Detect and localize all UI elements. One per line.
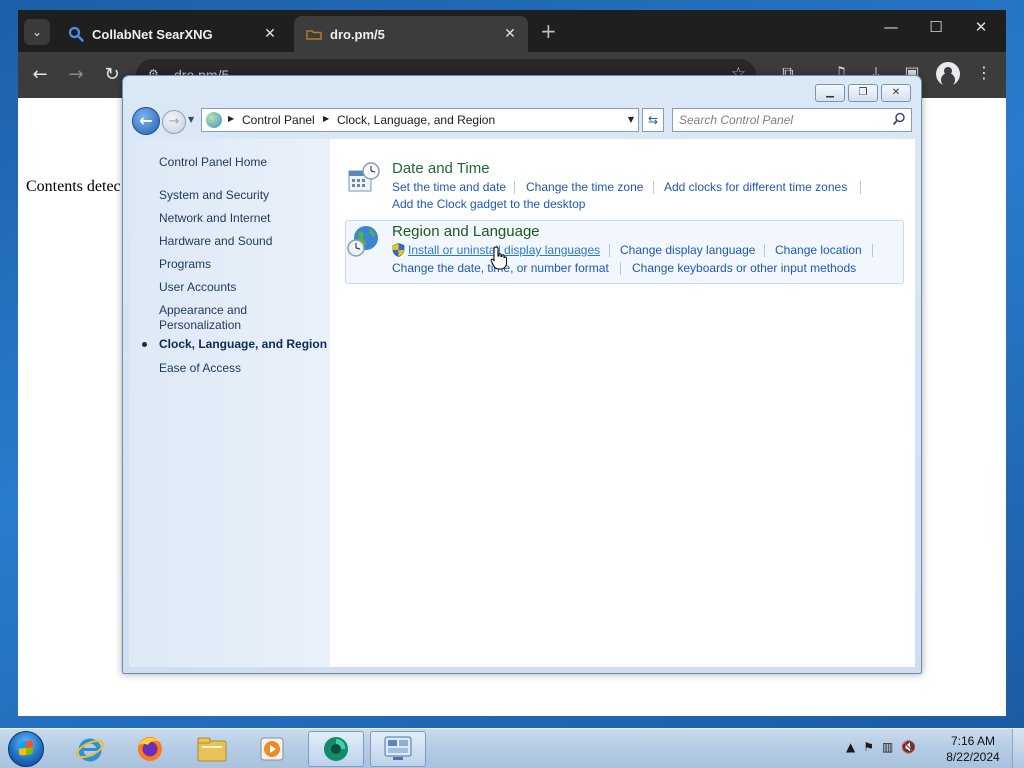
link-separator bbox=[609, 244, 610, 257]
search-box[interactable] bbox=[672, 108, 912, 132]
change-time-zone-link[interactable]: Change the time zone bbox=[526, 180, 643, 194]
folder-icon bbox=[306, 26, 322, 42]
tab-strip: ⌄ CollabNet SearXNG ✕ dro.pm/5 ✕ + — ☐ ✕ bbox=[18, 10, 1006, 52]
taskbar-clock[interactable]: 7:16 AM 8/22/2024 bbox=[938, 733, 1008, 765]
link-separator bbox=[620, 262, 621, 275]
internet-explorer-icon[interactable] bbox=[62, 731, 118, 767]
change-keyboards-link[interactable]: Change keyboards or other input methods bbox=[632, 261, 856, 275]
hand-cursor-icon bbox=[490, 246, 507, 270]
link-separator bbox=[764, 244, 765, 257]
taskbar: ▲ ⚑ ▥ 🔇 7:16 AM 8/22/2024 bbox=[0, 728, 1024, 768]
region-language-title[interactable]: Region and Language bbox=[392, 223, 540, 240]
restore-button[interactable]: ❐ bbox=[848, 84, 878, 102]
tab-title: dro.pm/5 bbox=[330, 26, 385, 42]
maximize-button[interactable]: ☐ bbox=[921, 18, 951, 36]
recent-pages-dropdown-icon[interactable]: ▼ bbox=[188, 115, 194, 124]
clock-time: 7:16 AM bbox=[950, 734, 996, 748]
show-hidden-icons-icon[interactable]: ▲ bbox=[846, 740, 855, 754]
reload-icon[interactable]: ↻ bbox=[100, 63, 124, 87]
forward-arrow-icon[interactable]: → bbox=[64, 63, 88, 87]
back-arrow-icon[interactable]: ← bbox=[132, 107, 160, 135]
tab-search-button[interactable]: ⌄ bbox=[24, 19, 50, 45]
change-display-language-link[interactable]: Change display language bbox=[620, 243, 755, 257]
clock-date: 8/22/2024 bbox=[946, 750, 1000, 764]
action-center-flag-icon[interactable]: ⚑ bbox=[863, 740, 874, 754]
close-button[interactable]: ✕ bbox=[966, 18, 996, 36]
profile-avatar-icon[interactable] bbox=[936, 62, 960, 86]
control-panel-icon bbox=[206, 112, 222, 128]
refresh-icon[interactable]: ⇆ bbox=[642, 108, 664, 132]
date-time-icon[interactable] bbox=[347, 161, 381, 195]
file-explorer-icon[interactable] bbox=[184, 731, 240, 767]
chevron-right-icon[interactable]: ▶ bbox=[323, 114, 329, 123]
chevron-down-icon[interactable]: ▼ bbox=[628, 115, 634, 124]
close-button[interactable]: ✕ bbox=[881, 84, 911, 102]
breadcrumb-control-panel[interactable]: Control Panel bbox=[242, 113, 315, 127]
control-panel-icon[interactable] bbox=[370, 731, 426, 767]
show-desktop-button[interactable] bbox=[1012, 729, 1024, 768]
sidebar-item-user-accounts[interactable]: User Accounts bbox=[159, 280, 236, 295]
network-icon[interactable]: ▥ bbox=[882, 740, 893, 754]
sidebar-item-appearance[interactable]: Appearance and Personalization bbox=[159, 303, 269, 333]
sidebar-item-clock-language-region[interactable]: Clock, Language, and Region bbox=[159, 337, 327, 352]
sidebar-item-home[interactable]: Control Panel Home bbox=[159, 155, 267, 170]
sidebar-item-hardware-sound[interactable]: Hardware and Sound bbox=[159, 234, 272, 249]
search-icon[interactable] bbox=[892, 112, 906, 126]
minimize-button[interactable]: ▁ bbox=[815, 84, 845, 102]
browser-icon[interactable] bbox=[308, 731, 364, 767]
sidebar-item-ease-of-access[interactable]: Ease of Access bbox=[159, 361, 241, 376]
sidebar-item-network-internet[interactable]: Network and Internet bbox=[159, 211, 270, 226]
new-tab-button[interactable]: + bbox=[540, 21, 557, 41]
breadcrumb[interactable]: ▶ Control Panel ▶ Clock, Language, and R… bbox=[201, 108, 639, 132]
window-caption-buttons: ▁ ❐ ✕ bbox=[812, 84, 911, 102]
date-time-title[interactable]: Date and Time bbox=[392, 160, 490, 177]
minimize-button[interactable]: — bbox=[876, 18, 906, 36]
search-icon bbox=[68, 26, 84, 42]
link-separator bbox=[860, 181, 861, 194]
search-input[interactable] bbox=[679, 111, 889, 129]
chevron-right-icon[interactable]: ▶ bbox=[228, 114, 234, 123]
back-arrow-icon[interactable]: ← bbox=[28, 63, 52, 87]
firefox-icon[interactable] bbox=[122, 731, 178, 767]
media-player-icon[interactable] bbox=[244, 731, 300, 767]
breadcrumb-clock-language-region[interactable]: Clock, Language, and Region bbox=[337, 113, 495, 127]
link-separator bbox=[514, 181, 515, 194]
uac-shield-icon bbox=[392, 243, 405, 257]
tab-dro[interactable]: dro.pm/5 ✕ bbox=[294, 16, 528, 52]
control-panel-window: ▁ ❐ ✕ ← → ▼ ▶ Control Panel ▶ Clock, Lan… bbox=[122, 75, 922, 674]
system-tray: ▲ ⚑ ▥ 🔇 bbox=[846, 740, 916, 754]
sidebar: Control Panel Home System and Security N… bbox=[129, 139, 330, 667]
globe-icon[interactable] bbox=[347, 224, 381, 258]
menu-kebab-icon[interactable]: ⋮ bbox=[972, 63, 996, 82]
close-icon[interactable]: ✕ bbox=[502, 26, 518, 42]
page-content-text: Contents detec bbox=[26, 178, 121, 195]
add-clock-gadget-link[interactable]: Add the Clock gadget to the desktop bbox=[392, 197, 585, 211]
close-icon[interactable]: ✕ bbox=[262, 26, 278, 42]
set-time-date-link[interactable]: Set the time and date bbox=[392, 180, 506, 194]
start-button[interactable] bbox=[8, 731, 44, 767]
link-separator bbox=[872, 244, 873, 257]
sidebar-item-system-security[interactable]: System and Security bbox=[159, 188, 269, 203]
current-item-bullet bbox=[142, 342, 147, 347]
link-separator bbox=[653, 181, 654, 194]
change-location-link[interactable]: Change location bbox=[775, 243, 862, 257]
volume-muted-icon[interactable]: 🔇 bbox=[901, 740, 916, 754]
sidebar-item-programs[interactable]: Programs bbox=[159, 257, 211, 272]
forward-arrow-icon[interactable]: → bbox=[162, 110, 186, 134]
main-content: Date and Time Set the time and date Chan… bbox=[330, 139, 915, 667]
tab-title: CollabNet SearXNG bbox=[92, 26, 213, 42]
add-clocks-link[interactable]: Add clocks for different time zones bbox=[664, 180, 847, 194]
tab-searxng[interactable]: CollabNet SearXNG ✕ bbox=[56, 16, 288, 52]
